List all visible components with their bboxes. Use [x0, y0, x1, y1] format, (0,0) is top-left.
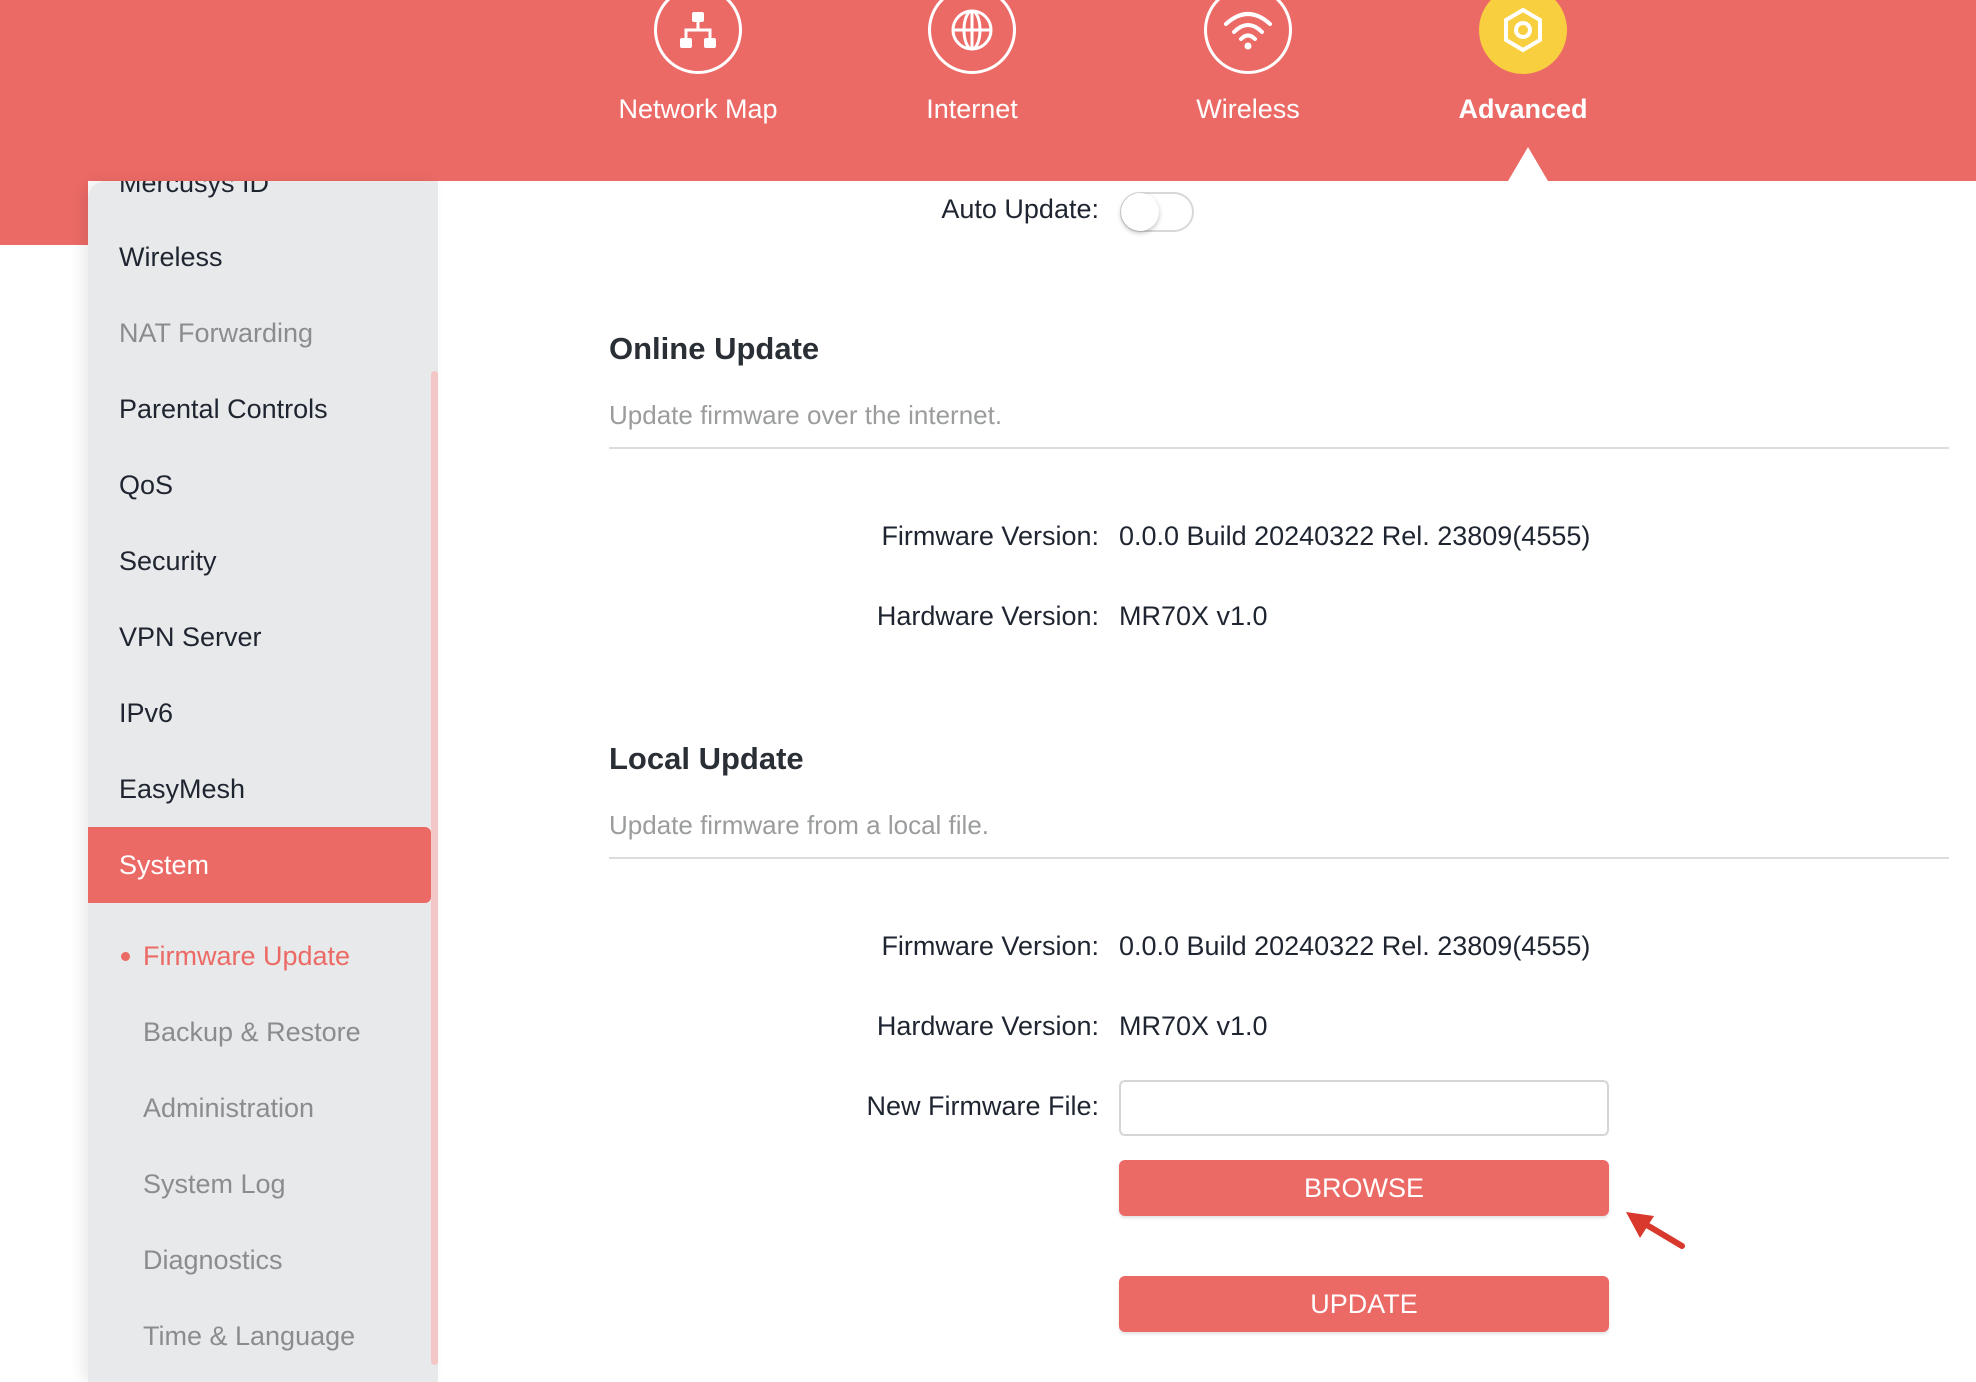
local-firmware-version-label: Firmware Version:	[881, 931, 1099, 961]
sidebar-item-ipv6[interactable]: IPv6	[88, 675, 431, 751]
online-hardware-version-value: MR70X v1.0	[1119, 601, 1268, 631]
sidebar-item-easymesh[interactable]: EasyMesh	[88, 751, 431, 827]
auto-update-label: Auto Update:	[941, 194, 1099, 224]
nav-advanced-label: Advanced	[1458, 94, 1588, 124]
auto-update-toggle-knob[interactable]	[1121, 193, 1159, 231]
nav-internet-label: Internet	[926, 94, 1018, 124]
sidebar-subitem-administration[interactable]: Administration	[88, 1070, 431, 1146]
sidebar-item-vpn-server[interactable]: VPN Server	[88, 599, 431, 675]
online-update-title: Online Update	[609, 331, 820, 366]
sidebar-item-parental-controls[interactable]: Parental Controls	[88, 371, 431, 447]
sidebar-item-label: System	[119, 849, 210, 880]
sidebar-item-label: Wireless	[119, 241, 223, 272]
sidebar-subitem-system-log[interactable]: System Log	[88, 1146, 431, 1222]
online-hardware-version-label: Hardware Version:	[876, 601, 1099, 631]
sidebar-subitem-label: Backup & Restore	[143, 1016, 361, 1047]
new-firmware-file-input[interactable]	[1119, 1080, 1609, 1136]
sidebar-subitem-label: Administration	[143, 1092, 315, 1123]
sidebar-subitem-label: Diagnostics	[143, 1244, 283, 1275]
new-firmware-file-label: New Firmware File:	[866, 1091, 1099, 1121]
update-button-label: UPDATE	[1310, 1288, 1418, 1319]
local-hardware-version-value: MR70X v1.0	[1119, 1011, 1268, 1041]
sidebar-item-label: Mercusys ID	[119, 181, 270, 198]
sidebar-item-label: EasyMesh	[119, 773, 246, 804]
sidebar: Mercusys ID Wireless NAT Forwarding Pare…	[88, 181, 438, 1382]
sidebar-subitem-time-language[interactable]: Time & Language	[88, 1298, 431, 1374]
sidebar-subitem-backup-restore[interactable]: Backup & Restore	[88, 994, 431, 1070]
section-divider	[609, 857, 1949, 859]
online-firmware-version-value: 0.0.0 Build 20240322 Rel. 23809(4555)	[1119, 521, 1591, 551]
sidebar-item-nat-forwarding[interactable]: NAT Forwarding	[88, 295, 431, 371]
local-hardware-version-label: Hardware Version:	[876, 1011, 1099, 1041]
sidebar-subitem-label: System Log	[143, 1168, 286, 1199]
sidebar-item-label: NAT Forwarding	[119, 317, 314, 348]
online-update-subtitle: Update firmware over the internet.	[609, 400, 1003, 430]
sidebar-item-mercusys-id[interactable]: Mercusys ID	[88, 181, 431, 221]
top-nav-bar-extension	[0, 181, 88, 245]
active-tab-caret	[1508, 147, 1548, 181]
sidebar-subitem-label: Firmware Update	[143, 940, 351, 971]
sidebar-item-label: Parental Controls	[119, 393, 328, 424]
sidebar-subitem-firmware-update[interactable]: Firmware Update	[88, 918, 431, 994]
sidebar-item-system[interactable]: System	[88, 827, 431, 903]
active-dot-icon	[121, 951, 130, 961]
sidebar-item-label: VPN Server	[119, 621, 262, 652]
update-button[interactable]: UPDATE	[1119, 1276, 1609, 1332]
browse-button-label: BROWSE	[1303, 1172, 1424, 1203]
sidebar-item-security[interactable]: Security	[88, 523, 431, 599]
browse-button[interactable]: BROWSE	[1119, 1160, 1609, 1216]
sidebar-item-wireless[interactable]: Wireless	[88, 219, 431, 295]
local-update-subtitle: Update firmware from a local file.	[609, 810, 990, 840]
online-firmware-version-label: Firmware Version:	[881, 521, 1099, 551]
sidebar-item-label: Security	[119, 545, 217, 576]
local-update-title: Local Update	[609, 741, 804, 776]
sidebar-subitem-label: Time & Language	[143, 1320, 356, 1351]
nav-network-map-label: Network Map	[618, 94, 778, 124]
section-divider	[609, 447, 1949, 449]
sidebar-subitem-diagnostics[interactable]: Diagnostics	[88, 1222, 431, 1298]
sidebar-item-label: IPv6	[119, 697, 174, 728]
nav-wireless-label: Wireless	[1196, 94, 1300, 124]
sidebar-scrollbar[interactable]	[431, 371, 438, 1365]
sidebar-item-qos[interactable]: QoS	[88, 447, 431, 523]
local-firmware-version-value: 0.0.0 Build 20240322 Rel. 23809(4555)	[1119, 931, 1591, 961]
sidebar-item-label: QoS	[119, 469, 174, 500]
annotation-arrow-icon	[1626, 1212, 1685, 1249]
